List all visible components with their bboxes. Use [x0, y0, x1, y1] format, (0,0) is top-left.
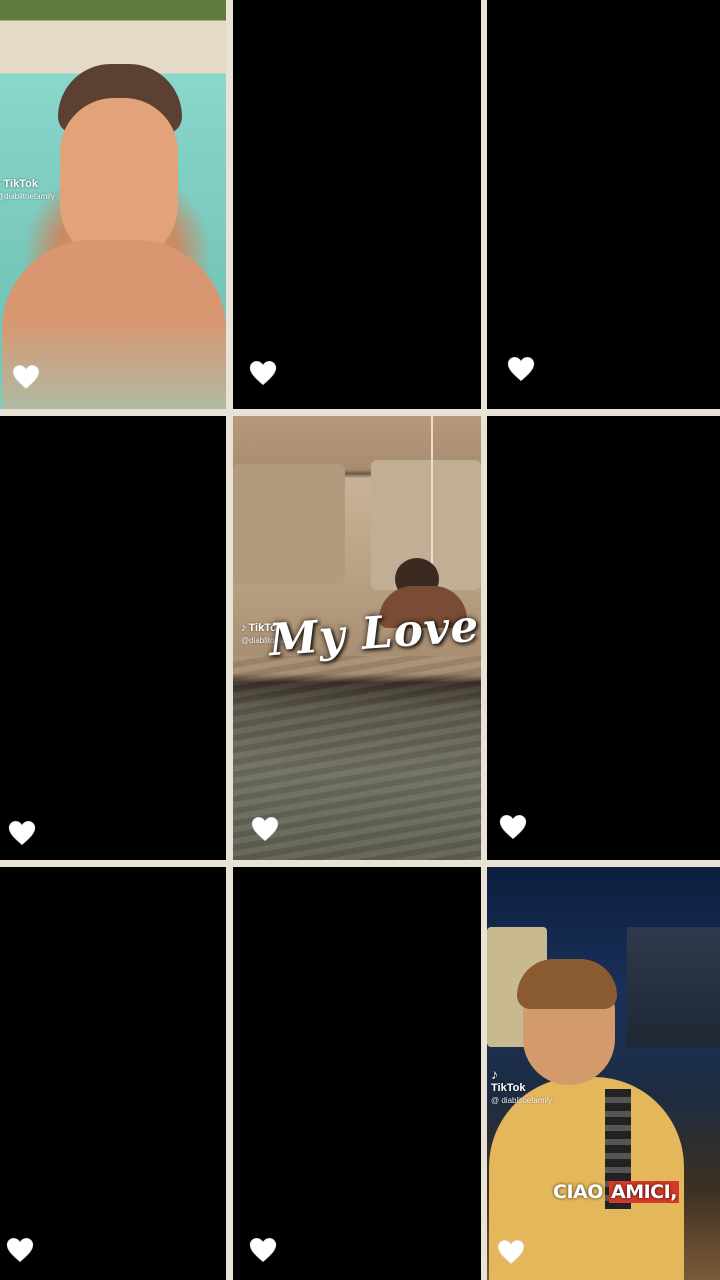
thumbnail-subject-hair — [517, 959, 617, 1009]
video-tile-7[interactable] — [0, 867, 226, 1280]
caption-word: CIAO — [553, 1181, 603, 1203]
tiktok-logo-icon: ♪ — [491, 1066, 498, 1082]
thumbnail-ship — [627, 927, 720, 1047]
heart-icon[interactable] — [251, 816, 279, 842]
video-tile-6[interactable] — [487, 416, 720, 860]
video-caption: CIAO AMICI, — [553, 1181, 679, 1203]
thumbnail-rope — [431, 416, 433, 576]
heart-icon[interactable] — [249, 1237, 277, 1263]
video-tile-8[interactable] — [233, 867, 481, 1280]
tiktok-logo-icon: ♪ — [0, 178, 2, 190]
heart-icon[interactable] — [497, 1239, 525, 1265]
video-tile-3[interactable] — [487, 0, 720, 409]
heart-icon[interactable] — [6, 1237, 34, 1263]
caption-word-highlighted: AMICI, — [609, 1181, 679, 1203]
tiktok-logo-icon: ♪ — [241, 622, 247, 634]
video-tile-9[interactable]: ♪ TikTok @ diablitoefamily CIAO AMICI, — [487, 867, 720, 1280]
video-tile-2[interactable] — [233, 0, 481, 409]
watermark-brand: TikTok — [3, 178, 38, 190]
tiktok-watermark: ♪TikTok @diablitoefamily — [0, 178, 55, 202]
heart-icon[interactable] — [12, 364, 40, 390]
heart-icon[interactable] — [507, 356, 535, 382]
tiktok-watermark: ♪ TikTok @ diablitoefamily — [491, 1066, 553, 1107]
thumbnail-rock — [233, 464, 345, 584]
watermark-handle: @ diablitoefamily — [491, 1096, 553, 1106]
heart-icon[interactable] — [499, 814, 527, 840]
heart-icon[interactable] — [8, 820, 36, 846]
watermark-brand: TikTok — [491, 1082, 526, 1095]
heart-icon[interactable] — [249, 360, 277, 386]
video-tile-1[interactable]: ♪TikTok @diablitoefamily — [0, 0, 226, 409]
watermark-handle: @diablitoefamily — [0, 192, 55, 202]
video-tile-4[interactable] — [0, 416, 226, 860]
video-tile-5[interactable]: ♪ TikTok @diablitoefamily My Love — [233, 416, 481, 860]
thumbnail-subject-face — [60, 98, 178, 263]
video-grid: ♪TikTok @diablitoefamily ♪TikTok @diabli… — [0, 0, 720, 1280]
